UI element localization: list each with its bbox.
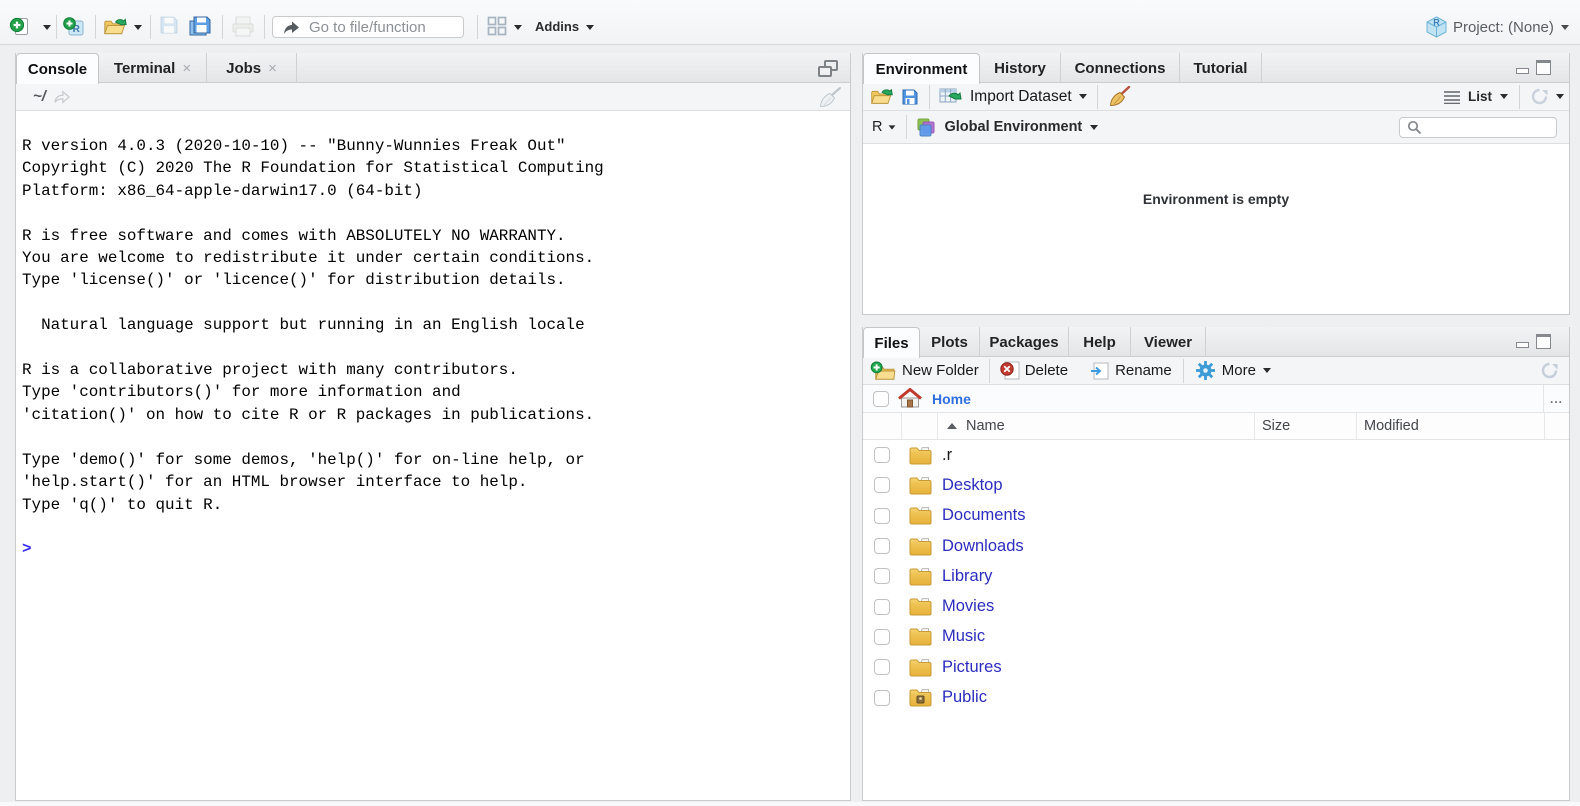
svg-text:R: R <box>1433 18 1440 28</box>
